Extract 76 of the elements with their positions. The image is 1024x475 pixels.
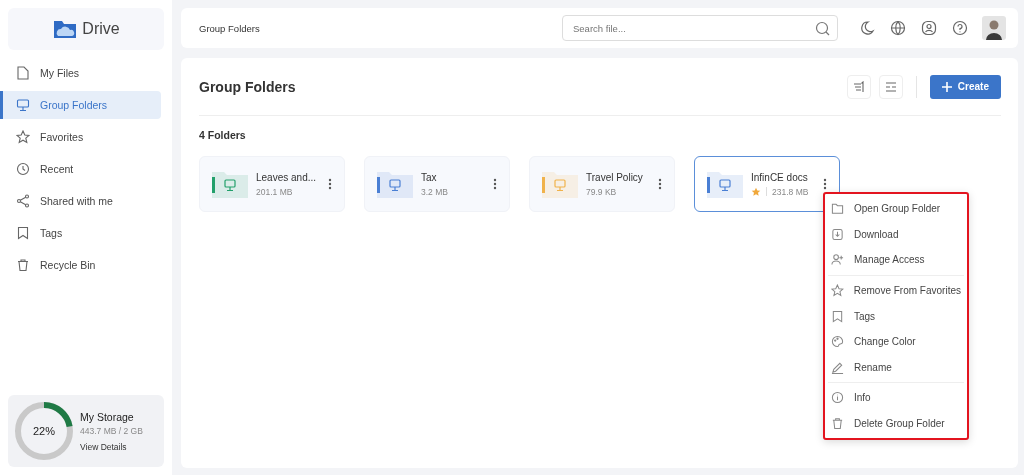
menu-item[interactable]: Info	[825, 385, 967, 411]
help-icon[interactable]	[952, 20, 968, 36]
more-icon[interactable]	[823, 178, 827, 190]
more-icon[interactable]	[658, 178, 662, 190]
list-icon	[884, 80, 897, 93]
folder-name: Tax	[421, 171, 438, 183]
globe-icon[interactable]	[890, 20, 906, 36]
breadcrumb: Group Folders	[199, 22, 261, 34]
view-details-link[interactable]: View Details	[80, 441, 143, 452]
sidebar-item[interactable]: Recycle Bin	[0, 251, 161, 279]
sidebar-item[interactable]: Favorites	[0, 123, 161, 151]
cloud-folder-icon	[52, 18, 79, 40]
folder-count: 4 Folders	[199, 129, 247, 141]
more-icon[interactable]	[328, 178, 332, 190]
sidebar-item[interactable]: Recent	[0, 155, 161, 183]
monitor-icon	[389, 179, 401, 192]
user-icon[interactable]	[921, 20, 937, 36]
storage-usage: 443.7 MB / 2 GB	[80, 425, 143, 436]
share-icon	[16, 194, 30, 208]
star-icon	[16, 130, 30, 144]
download-icon	[831, 227, 844, 241]
folder-card[interactable]: Tax 3.2 MB	[364, 156, 510, 212]
folder-card[interactable]: Leaves and... 201.1 MB	[199, 156, 345, 212]
storage-ring	[14, 401, 74, 461]
folder-icon	[377, 172, 413, 198]
star-icon	[831, 284, 844, 298]
menu-item[interactable]: Download	[825, 221, 967, 248]
create-button[interactable]: Create	[929, 74, 1001, 99]
sidebar-item[interactable]: Tags	[0, 219, 161, 247]
sidebar-item[interactable]: Group Folders	[0, 91, 161, 119]
clock-icon	[16, 162, 30, 176]
storage-percent: 22%	[33, 425, 55, 437]
monitor-icon	[224, 179, 236, 192]
folder-size: 201.1 MB	[256, 186, 293, 197]
folder-name: InfinCE docs	[751, 171, 809, 183]
pencil-icon	[831, 360, 844, 374]
avatar[interactable]	[982, 16, 1006, 40]
folder-icon	[212, 172, 248, 198]
bookmark-icon	[16, 226, 30, 240]
search-field[interactable]: Search file...	[562, 15, 838, 41]
menu-item[interactable]: Remove From Favorites	[825, 277, 967, 304]
plus-icon	[941, 81, 952, 92]
folder-size: 79.9 KB	[586, 186, 617, 197]
folder-icon	[542, 172, 578, 198]
monitor-icon	[554, 179, 566, 192]
folder-icon	[707, 172, 743, 198]
monitor-icon	[719, 179, 731, 192]
menu-item[interactable]: Open Group Folder	[825, 196, 967, 222]
folder-card[interactable]: Travel Policy 79.9 KB	[529, 156, 675, 212]
menu-item[interactable]: Manage Access	[825, 247, 967, 273]
palette-icon	[831, 335, 844, 349]
sidebar-item[interactable]: Shared with me	[0, 187, 161, 215]
menu-item[interactable]: Delete Group Folder	[825, 410, 967, 437]
sidebar-item[interactable]: My Files	[0, 59, 161, 87]
page-title: Group Folders	[199, 78, 297, 95]
storage-title: My Storage	[80, 410, 135, 423]
bookmark-icon	[831, 309, 844, 323]
folder-size: 3.2 MB	[421, 186, 448, 197]
menu-item[interactable]: Change Color	[825, 328, 967, 355]
more-icon[interactable]	[493, 178, 497, 190]
search-icon	[815, 21, 830, 36]
menu-item[interactable]: Rename	[825, 354, 967, 381]
folder-name: Travel Policy	[586, 171, 644, 183]
file-icon	[16, 66, 30, 80]
folder-size: 231.8 MB	[772, 186, 809, 197]
menu-item[interactable]: Tags	[825, 303, 967, 329]
sort-icon	[852, 80, 865, 93]
user-plus-icon	[831, 253, 844, 267]
monitor-icon	[16, 98, 30, 112]
moon-icon[interactable]	[859, 20, 875, 36]
logo-text: Drive	[82, 20, 120, 38]
trash-icon	[16, 258, 30, 272]
folder-name: Leaves and...	[256, 171, 318, 183]
info-icon	[831, 391, 844, 405]
folder-icon	[831, 202, 844, 216]
trash-icon	[831, 417, 844, 431]
